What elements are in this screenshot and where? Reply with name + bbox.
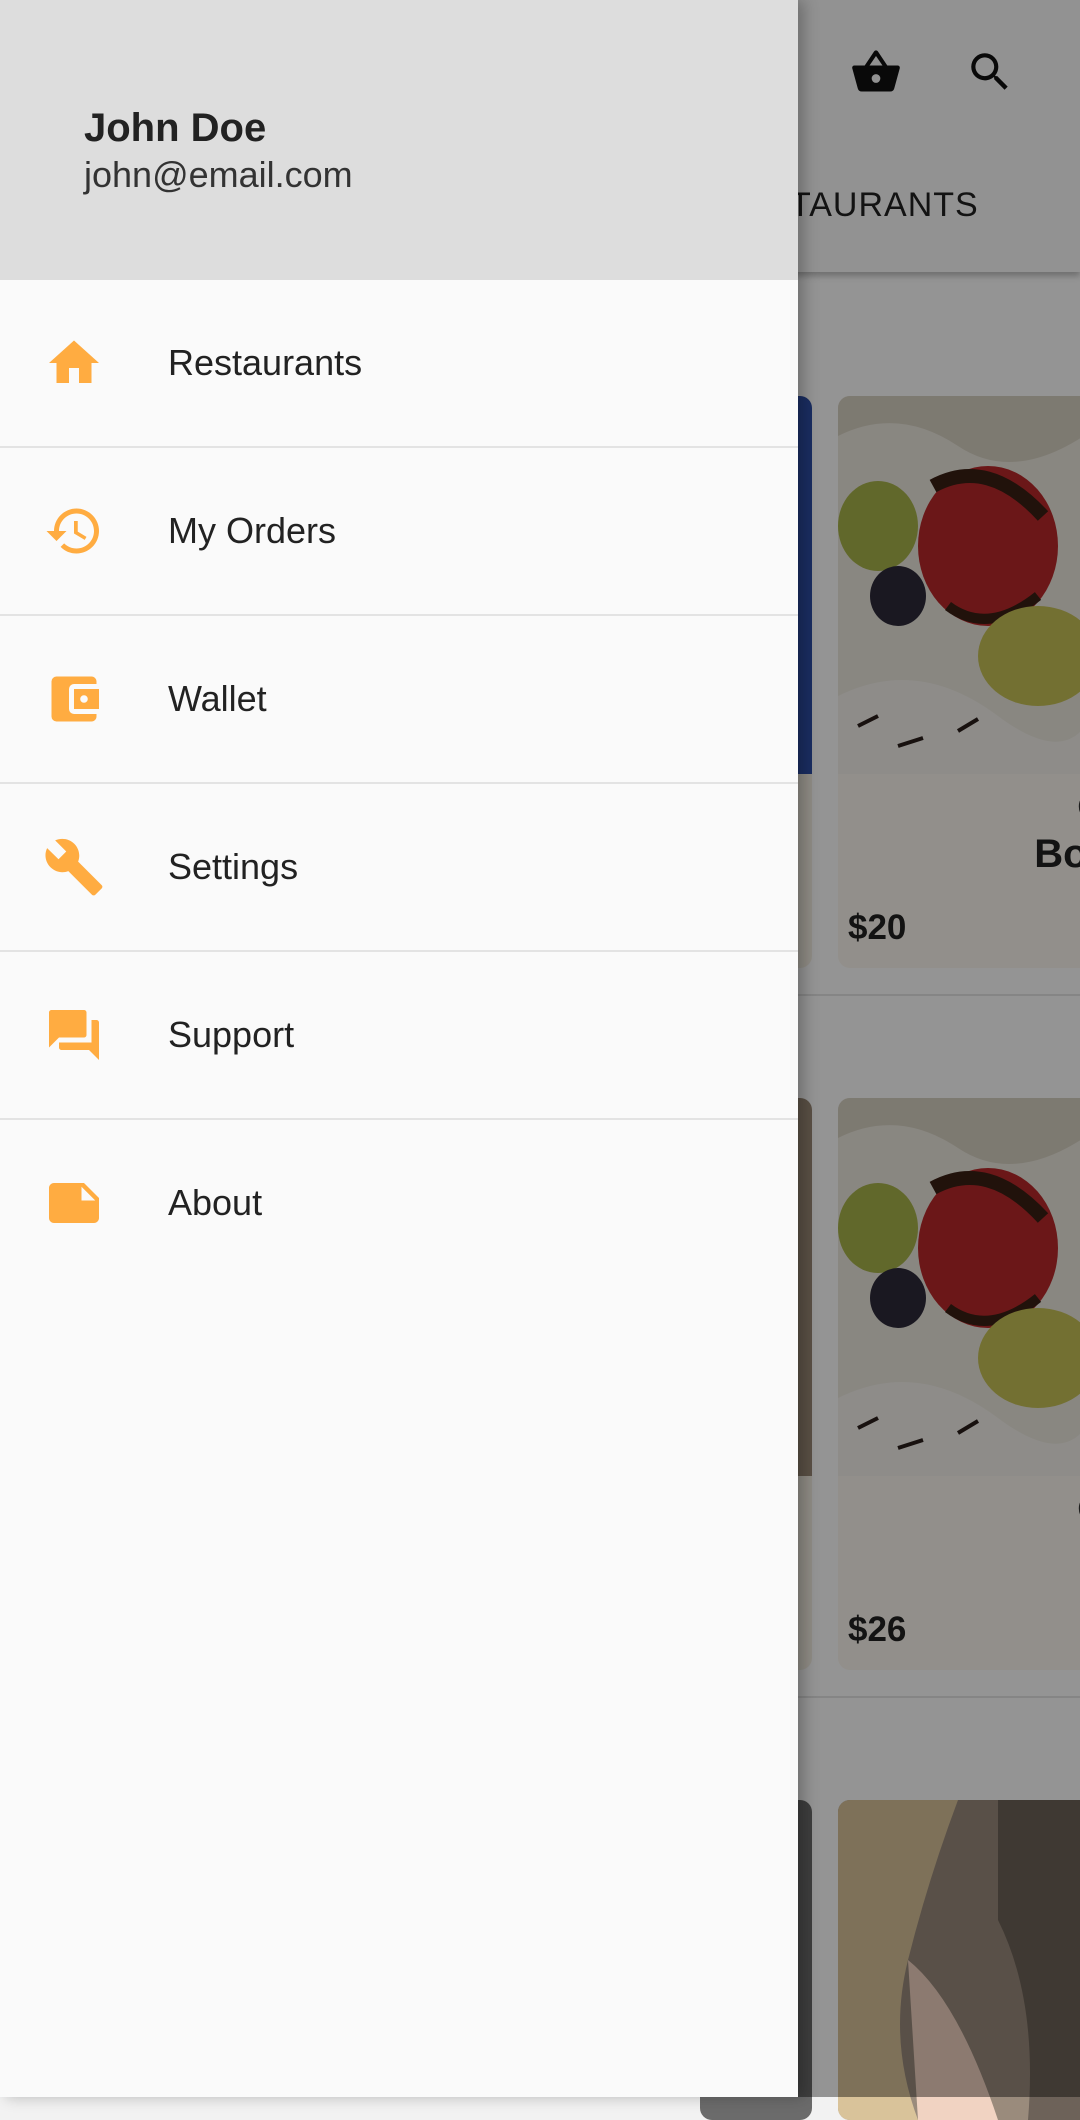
note-icon (42, 1171, 106, 1235)
menu-item-label: Settings (168, 846, 299, 887)
wallet-icon (42, 667, 106, 731)
drawer-menu: Restaurants My Orders Wallet Settings Su… (0, 280, 798, 1286)
menu-item-label: About (168, 1182, 263, 1223)
menu-item-my-orders[interactable]: My Orders (0, 448, 798, 616)
navigation-drawer: John Doe john@email.com Restaurants My O… (0, 0, 798, 2097)
menu-item-about[interactable]: About (0, 1120, 798, 1286)
menu-item-support[interactable]: Support (0, 952, 798, 1120)
history-icon (42, 499, 106, 563)
drawer-header: John Doe john@email.com (0, 0, 798, 280)
menu-item-label: Support (168, 1014, 295, 1055)
menu-item-restaurants[interactable]: Restaurants (0, 280, 798, 448)
menu-item-label: Restaurants (168, 342, 363, 383)
menu-item-label: Wallet (168, 678, 267, 719)
home-icon (42, 331, 106, 395)
menu-item-settings[interactable]: Settings (0, 784, 798, 952)
wrench-icon (42, 835, 106, 899)
user-email: john@email.com (84, 154, 353, 195)
user-name: John Doe (84, 106, 267, 150)
menu-item-label: My Orders (168, 510, 337, 551)
menu-item-wallet[interactable]: Wallet (0, 616, 798, 784)
chat-icon (42, 1003, 106, 1067)
